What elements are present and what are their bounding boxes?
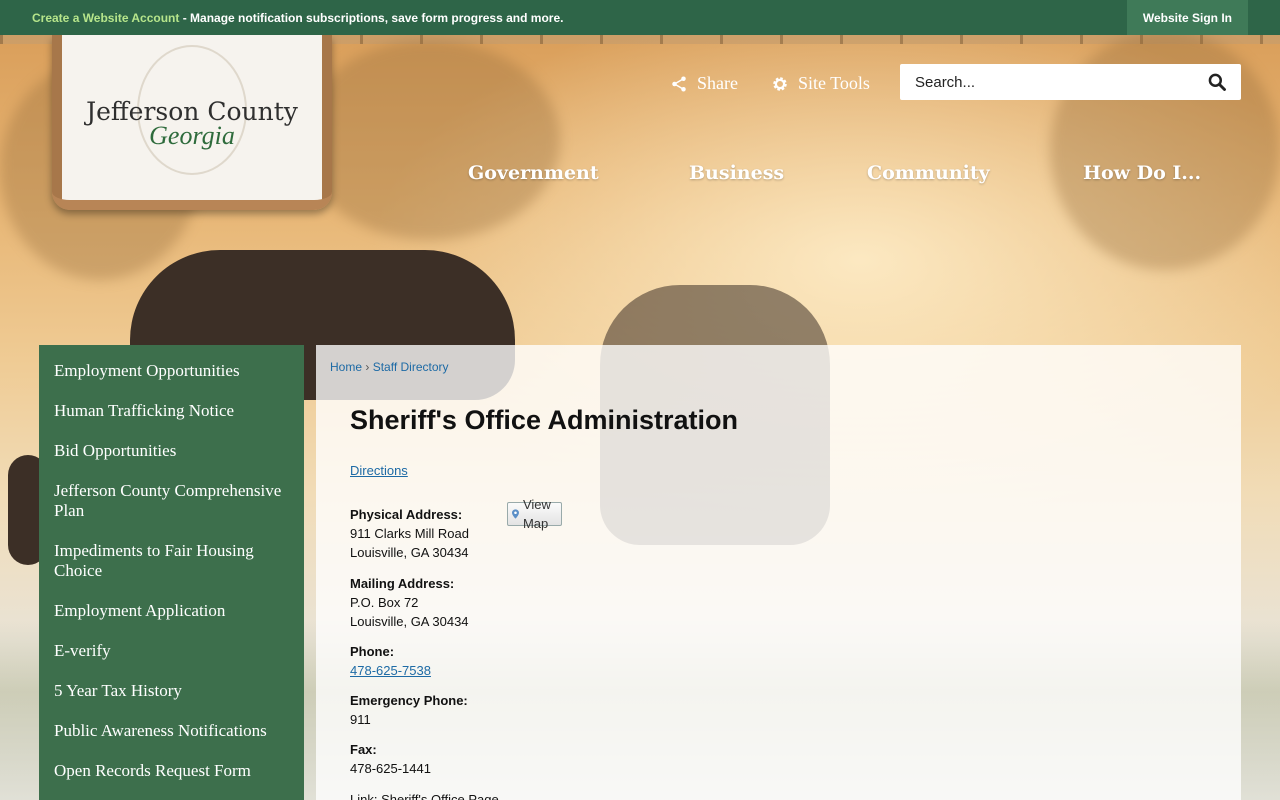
content-panel: Home › Staff Directory Sheriff's Office … — [316, 345, 1241, 800]
mailing-address-line1: P.O. Box 72 — [350, 595, 419, 610]
nav-business[interactable]: Business — [689, 162, 784, 184]
breadcrumb-home[interactable]: Home — [330, 360, 362, 374]
site-tools-label: Site Tools — [798, 73, 870, 93]
physical-address-line1: 911 Clarks Mill Road — [350, 526, 469, 541]
breadcrumb: Home › Staff Directory — [330, 360, 449, 374]
emergency-phone-value: 911 — [350, 712, 371, 727]
page-title: Sheriff's Office Administration — [350, 405, 738, 435]
physical-address-label: Physical Address: — [350, 507, 463, 522]
phone-label: Phone: — [350, 644, 395, 659]
sidebar-item-fair-housing[interactable]: Impediments to Fair Housing Choice — [39, 541, 304, 581]
phone: Phone: 478-625-7538 — [350, 642, 431, 680]
search-input[interactable] — [900, 65, 1190, 99]
directions-link[interactable]: Directions — [350, 463, 408, 478]
fax: Fax: 478-625-1441 — [350, 740, 431, 778]
view-map-button[interactable]: View Map — [507, 497, 562, 531]
sidebar-item-human-trafficking[interactable]: Human Trafficking Notice — [39, 401, 304, 421]
sidebar: Employment Opportunities Human Trafficki… — [39, 345, 304, 800]
phone-link[interactable]: 478-625-7538 — [350, 663, 431, 678]
mailing-address: Mailing Address: P.O. Box 72 Louisville,… — [350, 574, 469, 631]
sign-in-button[interactable]: Website Sign In — [1126, 0, 1248, 35]
view-map-label: View Map — [522, 497, 551, 531]
sidebar-item-bid-opportunities[interactable]: Bid Opportunities — [39, 441, 304, 461]
fax-label: Fax: — [350, 742, 377, 757]
physical-address-line2: Louisville, GA 30434 — [350, 545, 469, 560]
tree-silhouette — [300, 40, 560, 240]
create-account-link[interactable]: Create a Website Account — [32, 11, 179, 25]
physical-address: Physical Address: View Map 911 Clarks Mi… — [350, 497, 562, 562]
logo-state-name: Georgia — [149, 121, 235, 150]
sidebar-item-comprehensive-plan[interactable]: Jefferson County Comprehensive Plan — [39, 481, 304, 521]
sidebar-item-tax-history[interactable]: 5 Year Tax History — [39, 681, 304, 701]
sidebar-item-e-verify[interactable]: E-verify — [39, 641, 304, 661]
mailing-address-label: Mailing Address: — [350, 576, 455, 591]
nav-community[interactable]: Community — [867, 162, 990, 184]
account-description: - Manage notification subscriptions, sav… — [179, 10, 564, 25]
nav-how-do-i[interactable]: How Do I... — [1083, 162, 1201, 184]
breadcrumb-staff-directory[interactable]: Staff Directory — [373, 360, 449, 374]
sidebar-item-public-awareness[interactable]: Public Awareness Notifications — [39, 721, 304, 741]
mailing-address-line2: Louisville, GA 30434 — [350, 614, 469, 629]
emergency-phone: Emergency Phone: 911 — [350, 691, 468, 729]
share-icon — [672, 76, 686, 91]
account-message: Create a Website Account - Manage notifi… — [0, 11, 563, 25]
emergency-phone-label: Emergency Phone: — [350, 693, 468, 708]
office-page-link[interactable]: Link: Sheriff's Office Page — [350, 790, 499, 800]
sidebar-item-employment-opportunities[interactable]: Employment Opportunities — [39, 361, 304, 381]
gear-icon — [773, 76, 787, 91]
search-box — [900, 64, 1241, 100]
sidebar-item-employment-application[interactable]: Employment Application — [39, 601, 304, 621]
share-label: Share — [697, 73, 738, 93]
search-icon[interactable] — [1207, 72, 1227, 92]
map-pin-icon — [512, 509, 519, 519]
share-button[interactable]: Share — [670, 73, 738, 94]
breadcrumb-separator: › — [365, 360, 370, 374]
fax-value: 478-625-1441 — [350, 761, 431, 776]
nav-government[interactable]: Government — [468, 162, 599, 184]
site-tools-button[interactable]: Site Tools — [771, 73, 870, 94]
sidebar-item-open-records[interactable]: Open Records Request Form — [39, 761, 304, 781]
top-bar: Create a Website Account - Manage notifi… — [0, 0, 1280, 35]
county-logo[interactable]: Jefferson County Georgia — [52, 35, 332, 210]
